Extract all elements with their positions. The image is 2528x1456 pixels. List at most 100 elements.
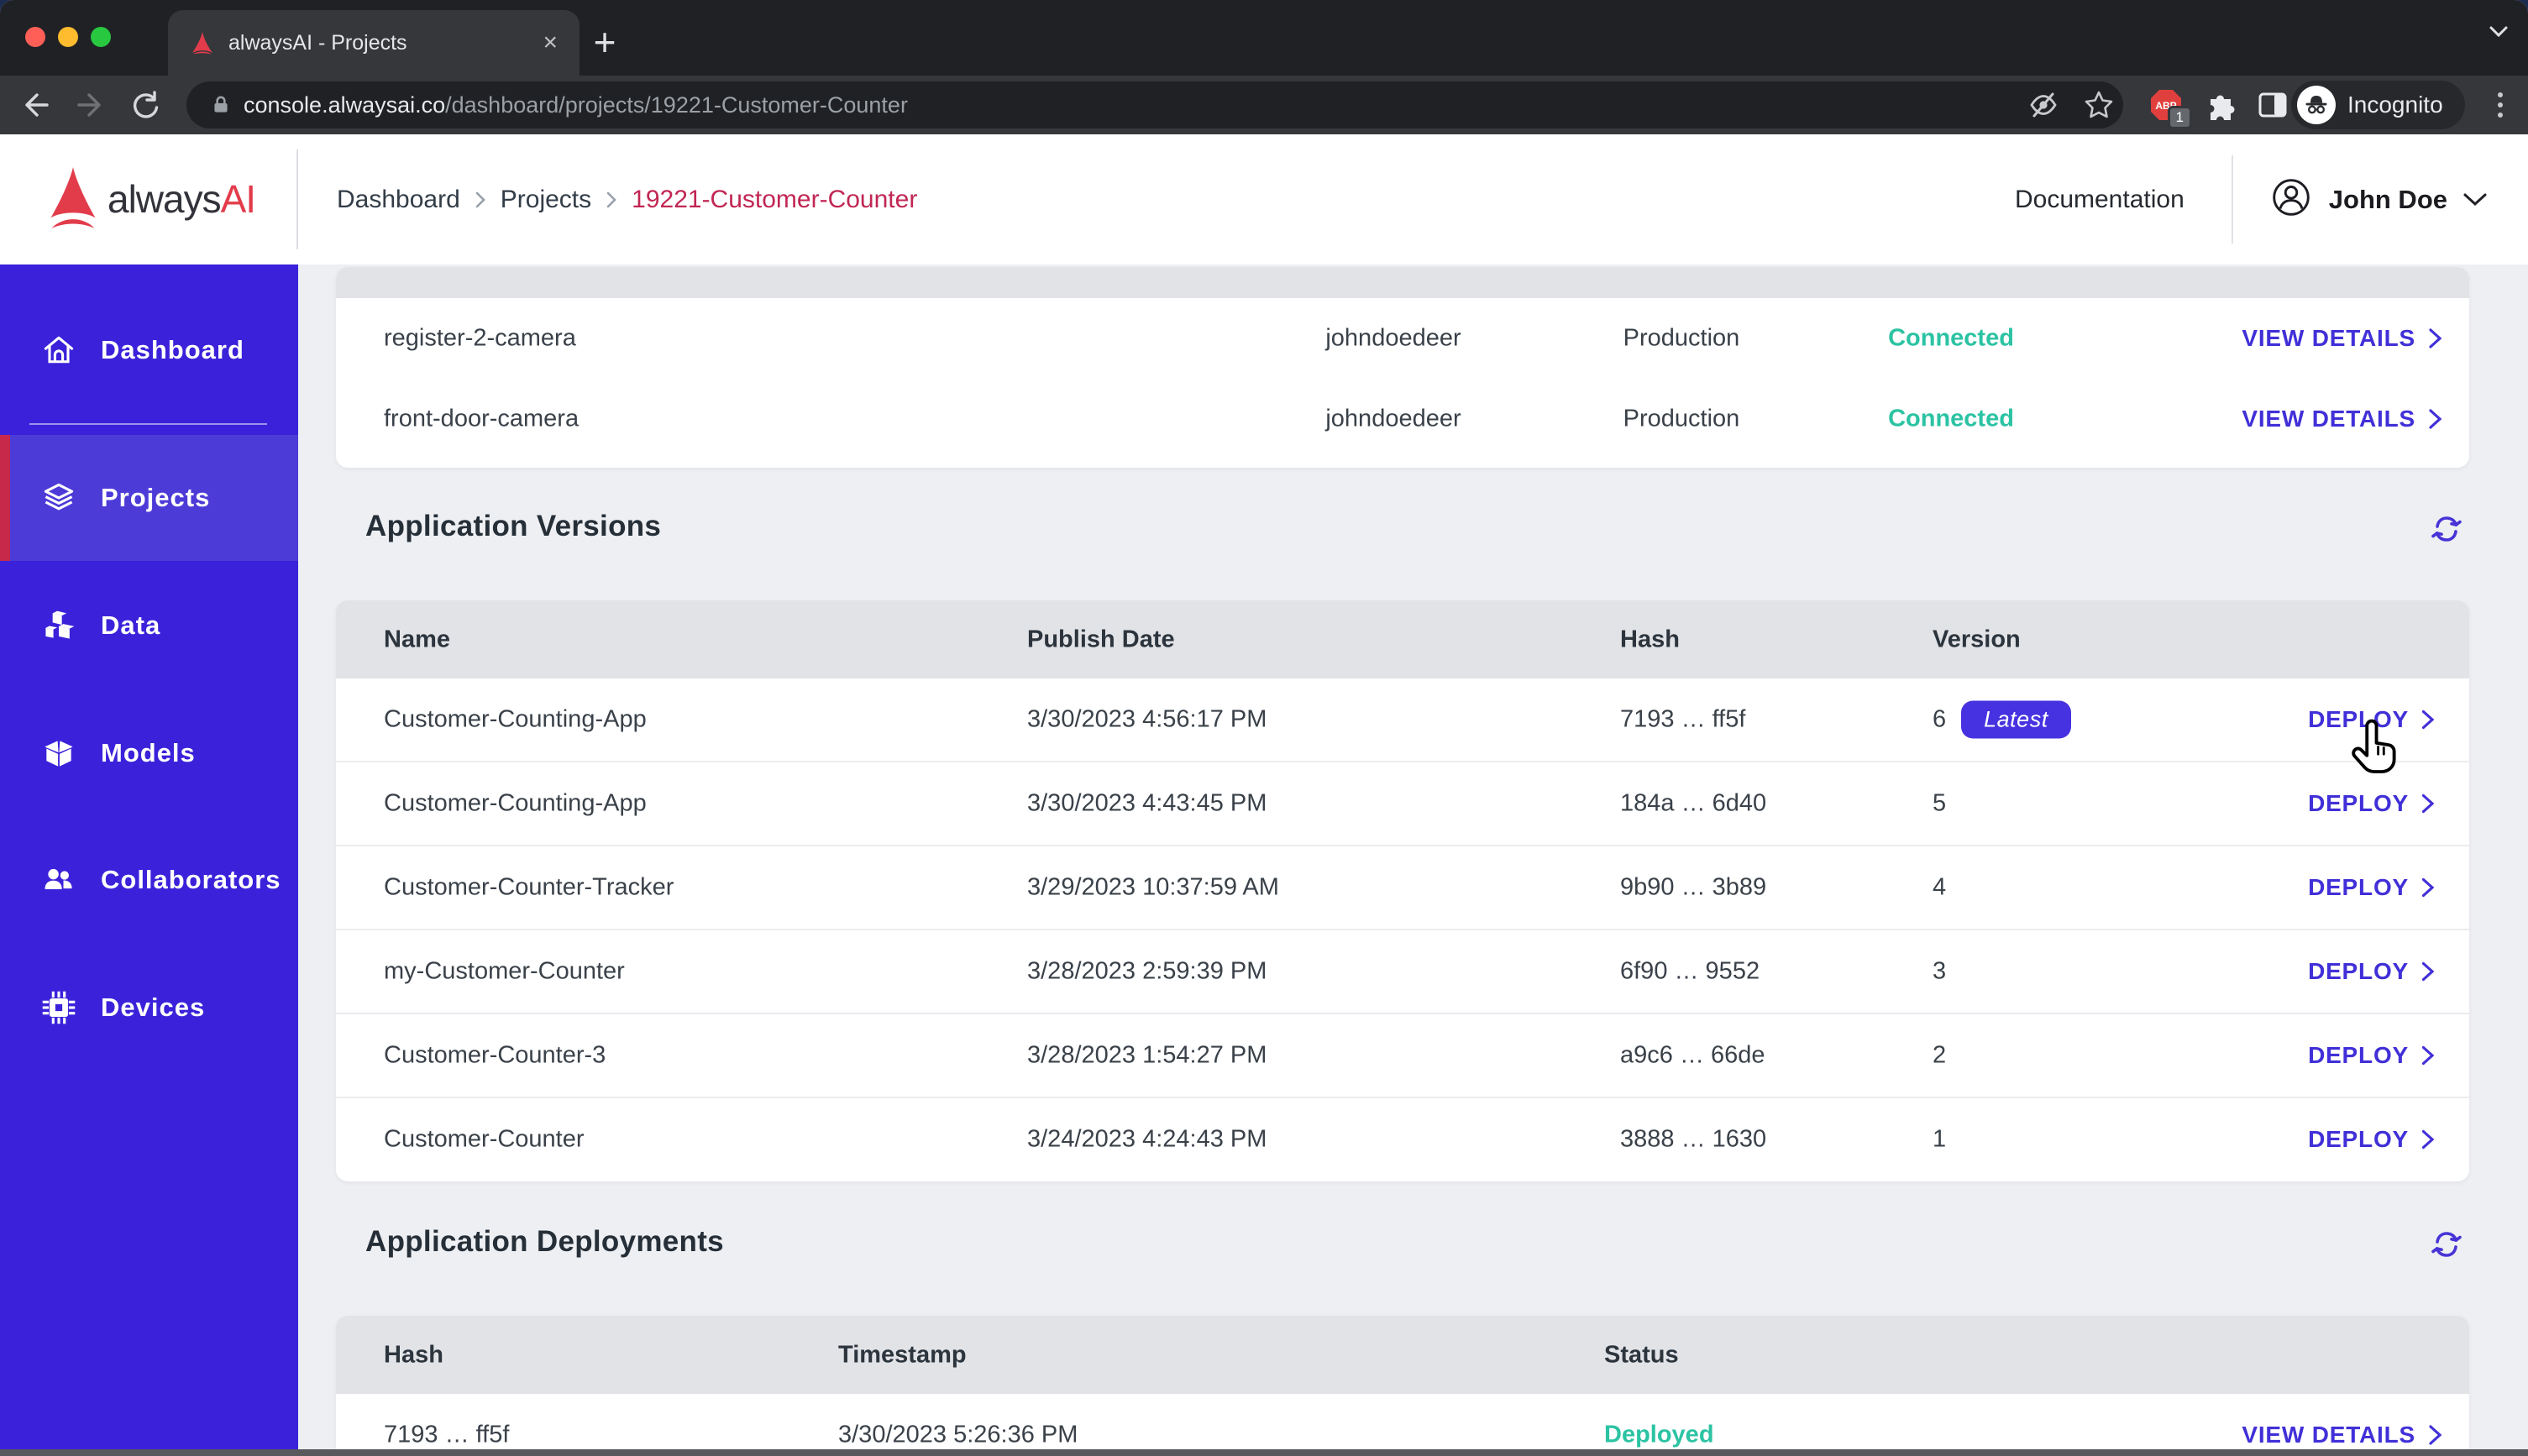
sidebar-item-data[interactable]: Data: [0, 563, 298, 689]
sidebar-item-dashboard[interactable]: Dashboard: [0, 287, 298, 413]
version-hash: a9c6 … 66de: [1620, 1041, 1765, 1069]
deployment-row: 7193 … ff5f 3/30/2023 5:26:36 PM Deploye…: [336, 1394, 2469, 1456]
breadcrumb-current: 19221-Customer-Counter: [632, 185, 918, 213]
url-bar[interactable]: console.alwaysai.co/dashboard/projects/1…: [186, 81, 2123, 128]
breadcrumb: Dashboard Projects 19221-Customer-Counte…: [337, 134, 917, 264]
header-right: Documentation John Doe: [2015, 134, 2488, 264]
brand-wordmark: alwaysAI: [108, 177, 256, 221]
new-tab-button[interactable]: +: [578, 15, 632, 69]
chevron-right-icon: [2421, 1045, 2435, 1066]
deployments-table-header: Hash Timestamp Status: [336, 1316, 2469, 1394]
avatar[interactable]: [2270, 176, 2312, 223]
alwaysai-favicon-icon: [190, 30, 215, 55]
column-header-publish-date: Publish Date: [1027, 626, 1175, 652]
deployments-table: Hash Timestamp Status 7193 … ff5f 3/30/2…: [336, 1316, 2469, 1456]
refresh-versions-button[interactable]: [2426, 509, 2467, 549]
main-content: register-2-camera johndoedeer Production…: [298, 264, 2528, 1456]
version-name: my-Customer-Counter: [384, 957, 625, 985]
version-number: 4: [1933, 873, 1947, 901]
deployments-section-title: Application Deployments: [365, 1225, 724, 1258]
version-date: 3/29/2023 10:37:59 AM: [1027, 873, 1279, 901]
data-cubes-icon: [40, 607, 77, 644]
adblock-extension-icon[interactable]: ABP 1: [2148, 86, 2192, 129]
device-owner: johndoedeer: [1325, 405, 1461, 432]
deploy-link[interactable]: DEPLOY: [2308, 958, 2436, 985]
privacy-eye-slash-icon[interactable]: [2025, 86, 2062, 123]
tab-strip: alwaysAI - Projects × +: [0, 0, 2528, 76]
chevron-down-icon[interactable]: [2462, 192, 2488, 207]
version-name: Customer-Counter-Tracker: [384, 873, 674, 901]
chevron-right-icon: [606, 191, 616, 207]
deploy-link[interactable]: DEPLOY: [2308, 1126, 2436, 1153]
chevron-right-icon: [2421, 710, 2435, 730]
deploy-link[interactable]: DEPLOY: [2308, 790, 2436, 817]
active-accent-bar: [0, 435, 10, 561]
latest-badge: Latest: [1961, 700, 2071, 739]
view-details-link[interactable]: VIEW DETAILS: [2242, 325, 2444, 352]
version-number-cell: 6 Latest: [1933, 700, 2071, 739]
zoom-window-button[interactable]: [91, 27, 111, 47]
version-date: 3/28/2023 1:54:27 PM: [1027, 1041, 1267, 1069]
version-number: 2: [1933, 1041, 1947, 1069]
forward-icon[interactable]: [72, 86, 109, 123]
people-icon: [40, 862, 77, 898]
close-tab-icon[interactable]: ×: [543, 30, 558, 55]
bookmark-star-icon[interactable]: [2080, 86, 2117, 123]
browser-tab[interactable]: alwaysAI - Projects ×: [168, 10, 580, 76]
breadcrumb-dashboard[interactable]: Dashboard: [337, 186, 460, 214]
version-row: Customer-Counting-App 3/30/2023 4:56:17 …: [336, 678, 2469, 761]
view-details-link[interactable]: VIEW DETAILS: [2242, 406, 2444, 432]
lock-icon[interactable]: [210, 94, 232, 116]
column-header-timestamp: Timestamp: [838, 1341, 967, 1368]
deploy-link[interactable]: DEPLOY: [2308, 874, 2436, 901]
home-icon: [40, 332, 77, 369]
url-path: /dashboard/projects/19221-Customer-Count…: [445, 92, 908, 118]
devices-table-header: [336, 267, 2469, 298]
sidebar-item-projects[interactable]: Projects: [0, 435, 298, 561]
documentation-link[interactable]: Documentation: [2015, 186, 2184, 214]
sidebar-item-models[interactable]: Models: [0, 690, 298, 816]
column-header-hash: Hash: [384, 1341, 443, 1368]
sidebar-divider: [29, 423, 267, 425]
chevron-right-icon: [475, 191, 485, 207]
extensions-puzzle-icon[interactable]: [2202, 86, 2239, 123]
version-number: 6: [1933, 705, 1947, 733]
column-header-version: Version: [1933, 626, 2021, 652]
alwaysai-logo[interactable]: alwaysAI: [47, 165, 256, 233]
device-name: register-2-camera: [384, 324, 576, 352]
version-date: 3/28/2023 2:59:39 PM: [1027, 957, 1267, 985]
chevron-right-icon: [2421, 961, 2435, 982]
chevron-right-icon: [2429, 1425, 2442, 1445]
version-number: 5: [1933, 789, 1947, 817]
deploy-link[interactable]: DEPLOY: [2308, 1042, 2436, 1069]
version-row: my-Customer-Counter 3/28/2023 2:59:39 PM…: [336, 929, 2469, 1013]
table-row: front-door-camera johndoedeer Production…: [336, 379, 2469, 459]
breadcrumb-projects[interactable]: Projects: [501, 186, 591, 214]
version-date: 3/30/2023 4:56:17 PM: [1027, 705, 1267, 733]
device-environment: Production: [1623, 405, 1740, 432]
tab-search-chevron-icon[interactable]: [2484, 22, 2513, 46]
window-controls: [25, 27, 111, 47]
back-icon[interactable]: [17, 86, 54, 123]
device-name: front-door-camera: [384, 405, 580, 432]
chevron-right-icon: [2421, 793, 2435, 814]
version-name: Customer-Counter: [384, 1125, 585, 1153]
refresh-deployments-button[interactable]: [2426, 1224, 2467, 1265]
version-row: Customer-Counter-3 3/28/2023 1:54:27 PM …: [336, 1013, 2469, 1097]
reload-icon[interactable]: [126, 86, 163, 123]
sidebar-item-devices[interactable]: Devices: [0, 945, 298, 1071]
menu-dots-icon[interactable]: [2482, 86, 2519, 123]
user-name[interactable]: John Doe: [2329, 185, 2447, 215]
view-details-link[interactable]: VIEW DETAILS: [2242, 1422, 2444, 1448]
chevron-right-icon: [2429, 409, 2442, 429]
close-window-button[interactable]: [25, 27, 45, 47]
side-panel-icon[interactable]: [2254, 86, 2291, 123]
version-date: 3/30/2023 4:43:45 PM: [1027, 789, 1267, 817]
devices-table: register-2-camera johndoedeer Production…: [336, 267, 2469, 468]
chevron-right-icon: [2421, 1129, 2435, 1150]
minimize-window-button[interactable]: [58, 27, 78, 47]
device-environment: Production: [1623, 324, 1740, 352]
sidebar-item-collaborators[interactable]: Collaborators: [0, 817, 298, 943]
chip-icon: [40, 989, 77, 1026]
incognito-spy-icon: [2297, 86, 2336, 124]
